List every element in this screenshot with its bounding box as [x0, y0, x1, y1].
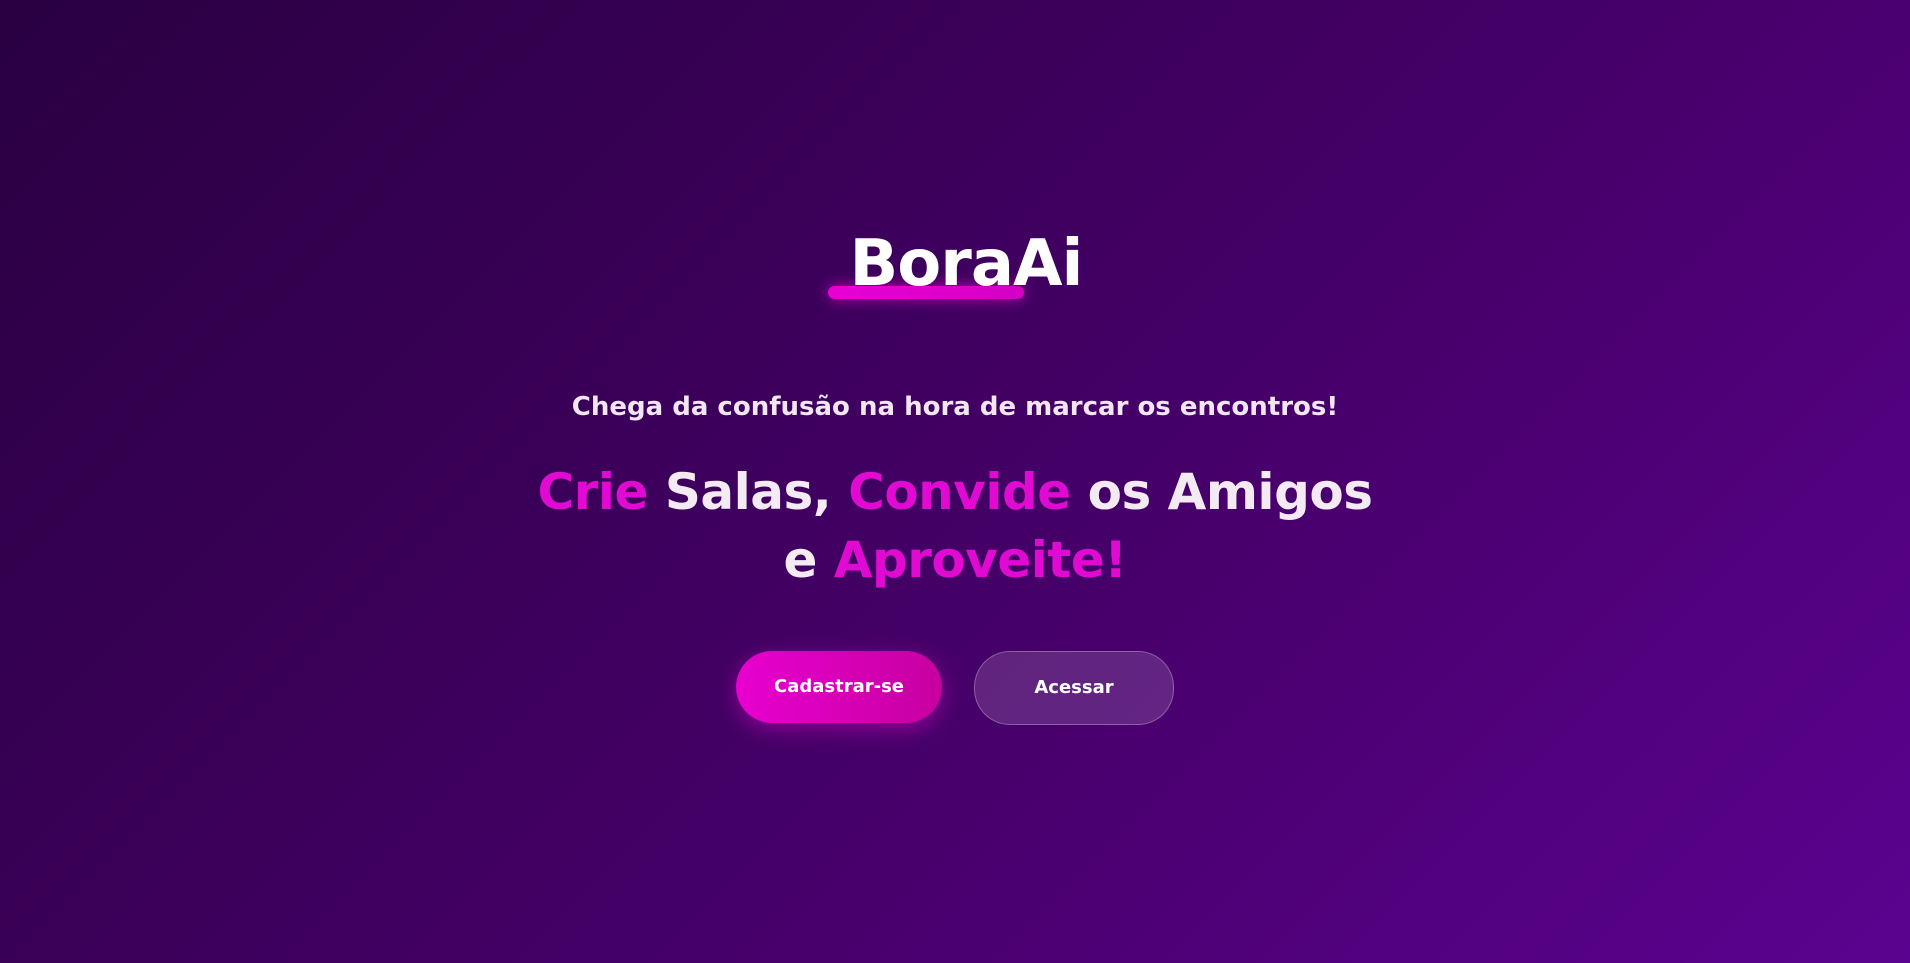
headline-word-aproveite: Aproveite! [833, 531, 1127, 589]
logo: BoraAi [0, 232, 1910, 299]
landing-page: BoraAi Chega da confusão na hora de marc… [0, 0, 1910, 963]
headline-word-crie: Crie [537, 463, 649, 521]
headline-word-convide: Convide [848, 463, 1071, 521]
headline-line-2: e Aproveite! [0, 526, 1910, 594]
headline-word-e: e [783, 531, 834, 589]
cta-group: Cadastrar-se Acessar [0, 651, 1910, 725]
headline-line-1: Crie Salas, Convide os Amigos [0, 458, 1910, 526]
headline-word-os-amigos: os Amigos [1070, 463, 1373, 521]
login-button[interactable]: Acessar [974, 651, 1174, 725]
headline: Crie Salas, Convide os Amigos e Aproveit… [0, 458, 1910, 594]
logo-mark: BoraAi [827, 232, 1083, 299]
signup-button[interactable]: Cadastrar-se [736, 651, 942, 723]
tagline: Chega da confusão na hora de marcar os e… [571, 392, 1339, 422]
headline-word-salas: Salas, [647, 463, 849, 521]
logo-text: BoraAi [849, 227, 1084, 301]
